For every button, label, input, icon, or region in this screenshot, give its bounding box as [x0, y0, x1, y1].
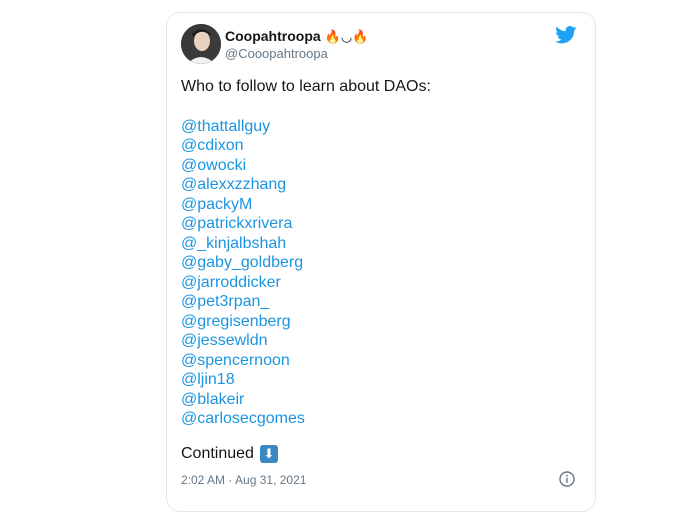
- mention-link[interactable]: @pet3rpan_: [181, 292, 581, 312]
- mention-link[interactable]: @jessewldn: [181, 331, 581, 351]
- author-display-name[interactable]: Coopahtroopa: [225, 28, 321, 44]
- mention-link[interactable]: @owocki: [181, 156, 581, 176]
- twitter-bird-icon[interactable]: [555, 26, 577, 44]
- name-emoji: 🔥◡🔥: [324, 28, 369, 44]
- continued-text: Continued: [181, 445, 254, 462]
- tweet-card[interactable]: Coopahtroopa 🔥◡🔥 @Cooopahtroopa Who to f…: [166, 12, 596, 512]
- mention-link[interactable]: @patrickxrivera: [181, 214, 581, 234]
- mention-link[interactable]: @thattallguy: [181, 117, 581, 137]
- info-icon[interactable]: [559, 471, 575, 487]
- down-arrow-icon: ⬇: [259, 445, 278, 463]
- tweet-intro: Who to follow to learn about DAOs:: [181, 78, 431, 95]
- mention-link[interactable]: @carlosecgomes: [181, 409, 581, 429]
- mention-link[interactable]: @ljin18: [181, 370, 581, 390]
- mention-link[interactable]: @blakeir: [181, 390, 581, 410]
- mention-link[interactable]: @packyM: [181, 195, 581, 215]
- mention-link[interactable]: @gaby_goldberg: [181, 253, 581, 273]
- mention-link[interactable]: @cdixon: [181, 136, 581, 156]
- author-handle[interactable]: @Cooopahtroopa: [225, 46, 328, 61]
- mention-link[interactable]: @_kinjalbshah: [181, 234, 581, 254]
- continued-line: Continued ⬇: [181, 445, 278, 463]
- mention-link[interactable]: @spencernoon: [181, 351, 581, 371]
- tweet-timestamp[interactable]: 2:02 AM · Aug 31, 2021: [181, 473, 306, 487]
- mention-link[interactable]: @alexxzzhang: [181, 175, 581, 195]
- mention-link[interactable]: @gregisenberg: [181, 312, 581, 332]
- tweet-text: Who to follow to learn about DAOs: @that…: [181, 77, 581, 429]
- mention-link[interactable]: @jarroddicker: [181, 273, 581, 293]
- mention-list: @thattallguy @cdixon @owocki @alexxzzhan…: [181, 117, 581, 429]
- avatar[interactable]: [181, 24, 221, 64]
- author-name-row: Coopahtroopa 🔥◡🔥: [225, 28, 368, 44]
